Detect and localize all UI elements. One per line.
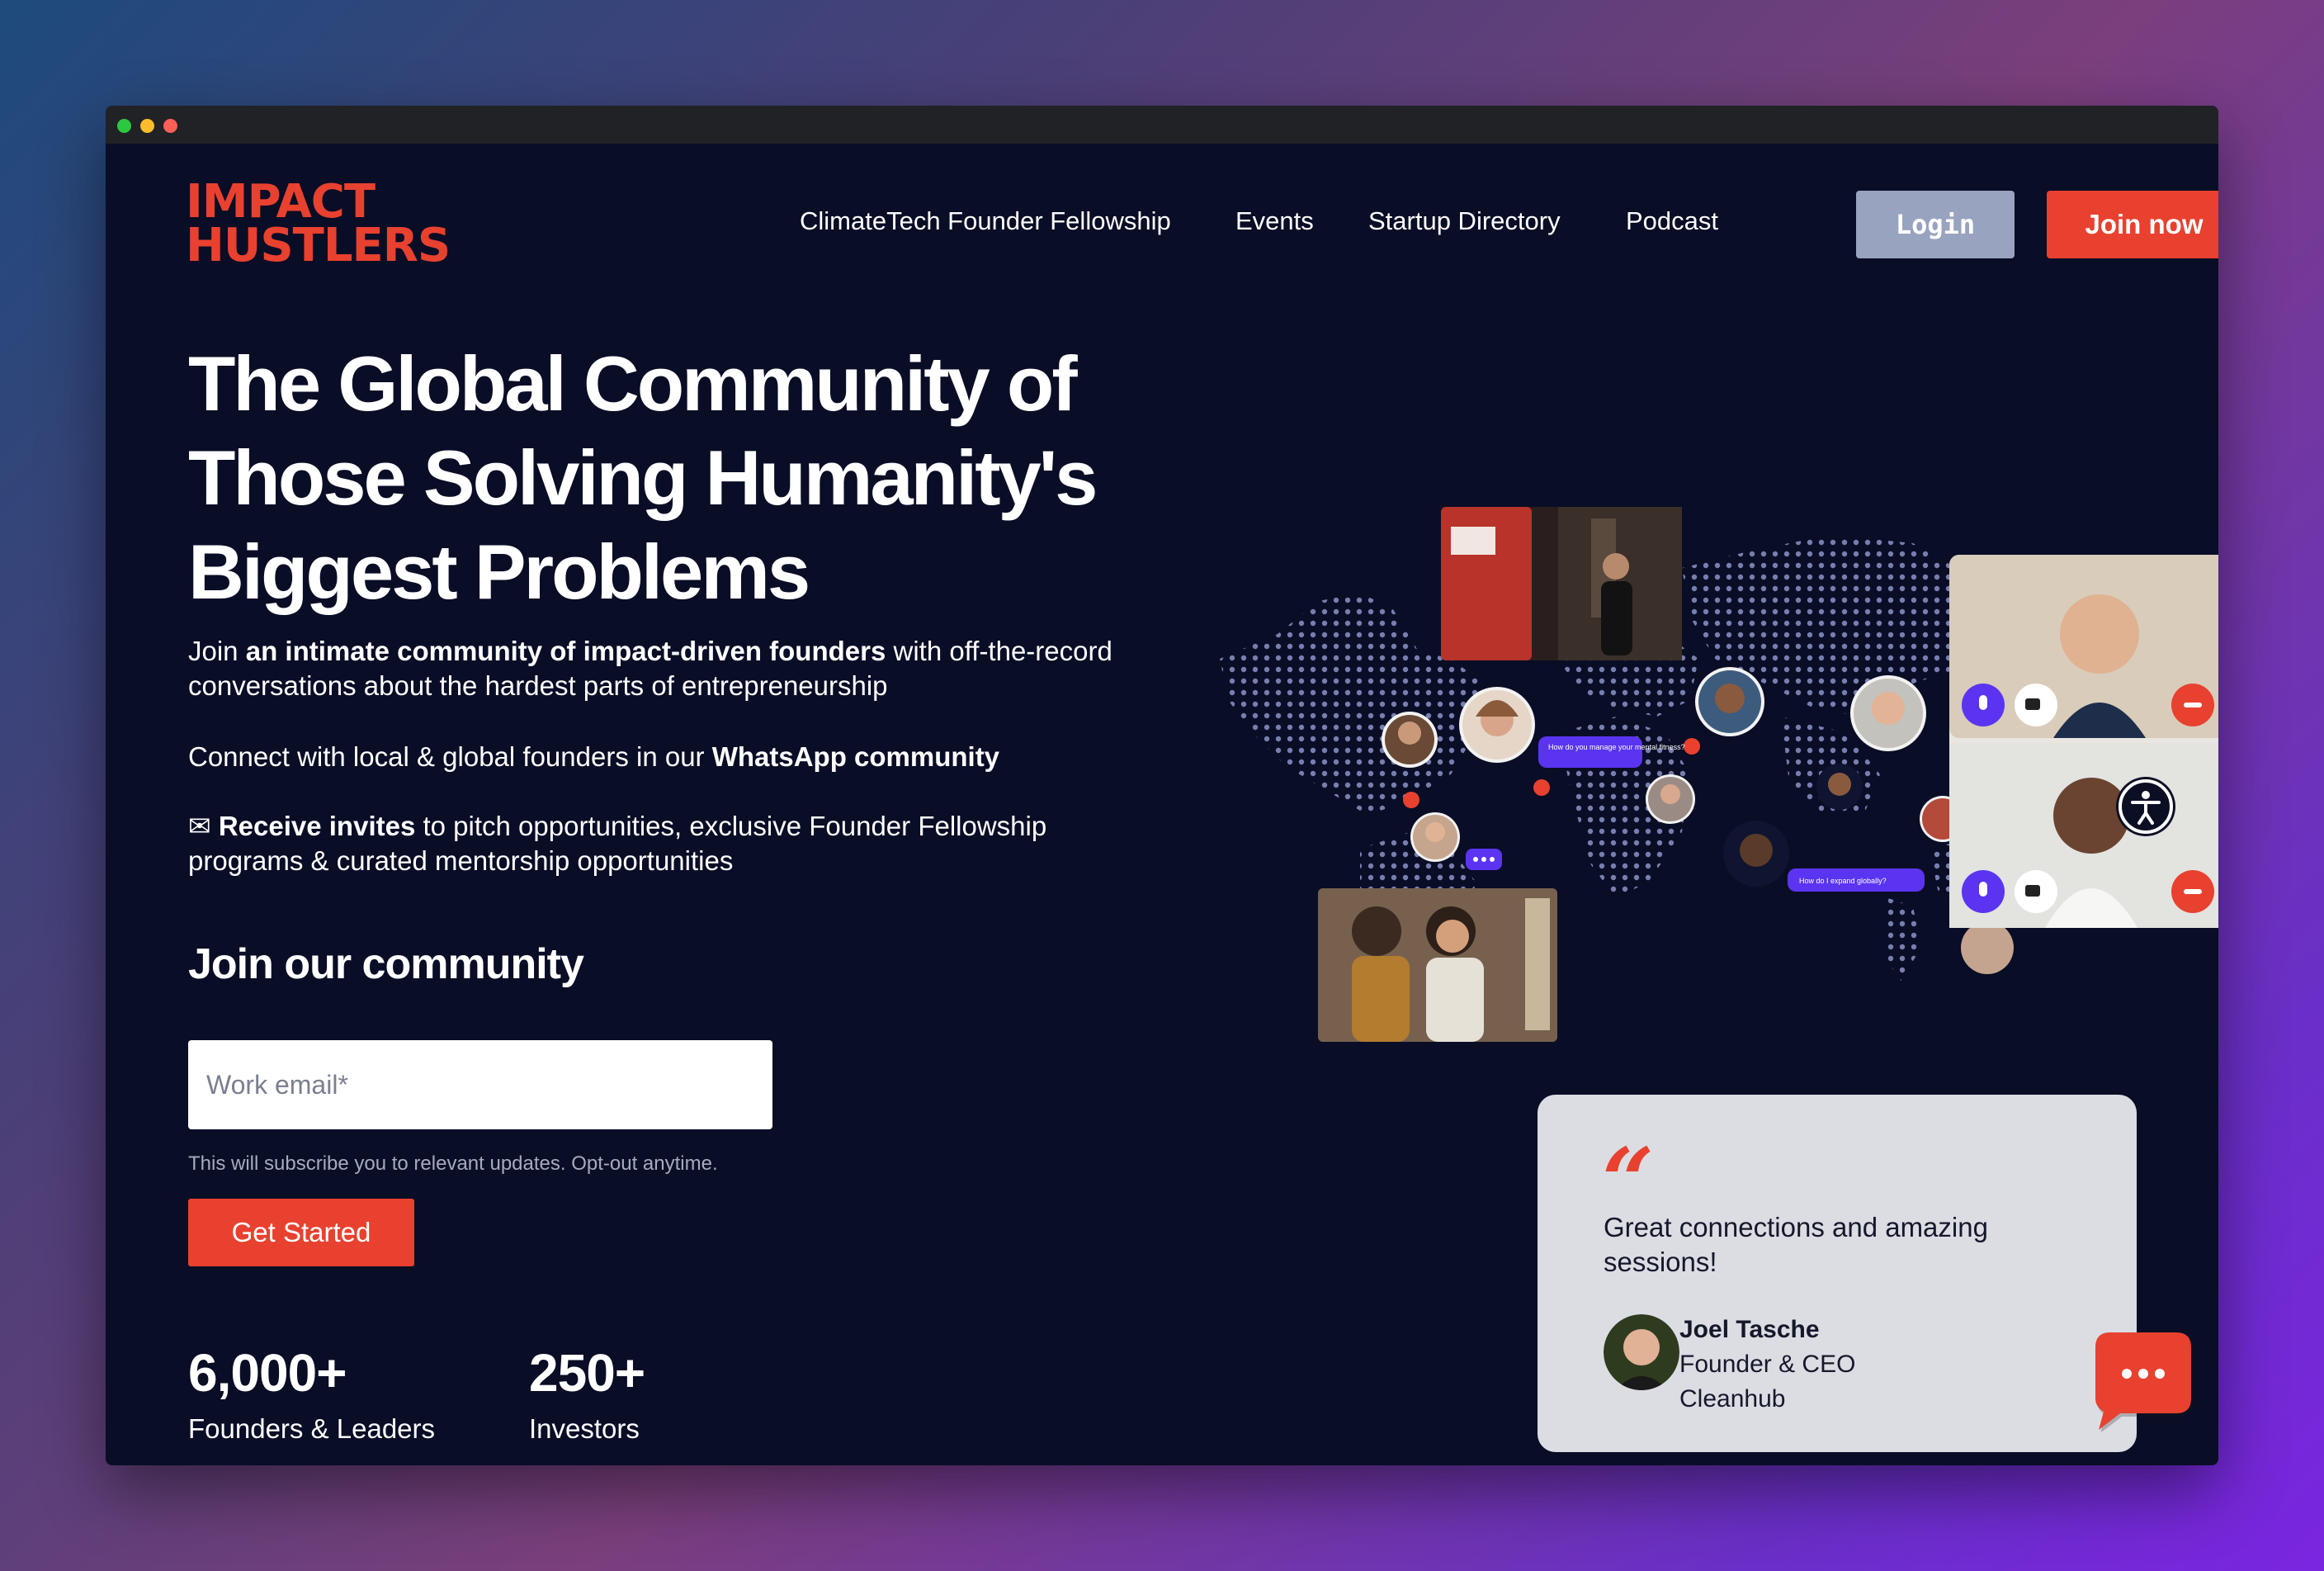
nav-link-fellowship[interactable]: ClimateTech Founder Fellowship <box>800 206 1171 236</box>
svg-text:How do you manage your mental: How do you manage your mental fitness? <box>1548 743 1685 751</box>
testimonial-name: Joel Tasche <box>1679 1316 1820 1343</box>
testimonial-role: Founder & CEO <box>1679 1351 1856 1378</box>
stat-founders-value: 6,000+ <box>188 1343 347 1403</box>
hero-title-line1: The Global Community of <box>188 340 1078 427</box>
hero-bullet-invites: ✉ Receive invites to pitch opportunities… <box>188 809 1121 878</box>
get-started-button[interactable]: Get Started <box>188 1199 414 1266</box>
join-now-button[interactable]: Join now <box>2047 191 2218 258</box>
bullet-text <box>211 811 219 841</box>
bullet-emphasis: Receive invites <box>218 811 416 841</box>
hero-title-line3: Biggest Problems <box>188 528 810 615</box>
join-community-heading: Join our community <box>188 940 584 988</box>
testimonial-quote: Great connections and amazing sessions! <box>1604 1212 1988 1277</box>
video-call-panel <box>1949 555 2218 928</box>
window-minimize-button[interactable] <box>140 119 154 133</box>
svg-text:How do I expand globally?: How do I expand globally? <box>1799 877 1887 885</box>
testimonial-card: “ Great connections and amazing sessions… <box>1538 1095 2137 1452</box>
testimonial-avatar <box>1604 1314 1679 1390</box>
window-titlebar <box>106 106 2218 144</box>
community-world-map-illustration: How do you manage your mental fitness? H… <box>1220 507 2218 1042</box>
testimonial-company: Cleanhub <box>1679 1385 1786 1412</box>
chat-bubble-typing <box>1466 849 1502 870</box>
accessibility-icon[interactable] <box>2114 775 2177 838</box>
subscribe-note: This will subscribe you to relevant upda… <box>188 1152 718 1175</box>
logo-line2: HUSTLERS <box>186 219 451 272</box>
hero-title-line2: Those Solving Humanity's <box>188 434 1098 521</box>
brand-logo[interactable]: IMPACT HUSTLERS <box>186 175 451 272</box>
event-speaker-photo <box>1441 507 1682 660</box>
hero-title: The Global Community of Those Solving Hu… <box>188 337 1179 619</box>
work-email-input[interactable] <box>188 1040 772 1129</box>
envelope-icon: ✉ <box>188 811 211 841</box>
bullet-text: Connect with local & global founders in … <box>188 741 712 772</box>
bullet-emphasis: an intimate community of impact-driven f… <box>245 636 886 666</box>
login-button[interactable]: Login <box>1856 191 2015 258</box>
nav-link-events[interactable]: Events <box>1235 206 1314 236</box>
nav-link-startup-directory[interactable]: Startup Directory <box>1368 206 1561 236</box>
hero-bullet-community: Join an intimate community of impact-dri… <box>188 634 1121 703</box>
logo-line1: IMPACT <box>186 175 376 229</box>
stat-founders-label: Founders & Leaders <box>188 1413 436 1444</box>
hero-bullet-whatsapp: Connect with local & global founders in … <box>188 740 1121 774</box>
chat-bubble-expand-globally: How do I expand globally? <box>1788 868 1925 892</box>
networking-photo <box>1318 888 1557 1042</box>
stat-investors-value: 250+ <box>529 1343 645 1403</box>
nav-link-podcast[interactable]: Podcast <box>1626 206 1718 236</box>
browser-window: IMPACT HUSTLERS ClimateTech Founder Fell… <box>106 106 2218 1465</box>
window-close-button[interactable] <box>163 119 177 133</box>
chat-bubble-icon[interactable] <box>2092 1329 2194 1431</box>
bullet-text: Join <box>188 636 246 666</box>
window-maximize-button[interactable] <box>117 119 131 133</box>
bullet-emphasis: WhatsApp community <box>711 741 1000 772</box>
stat-investors-label: Investors <box>529 1413 640 1444</box>
